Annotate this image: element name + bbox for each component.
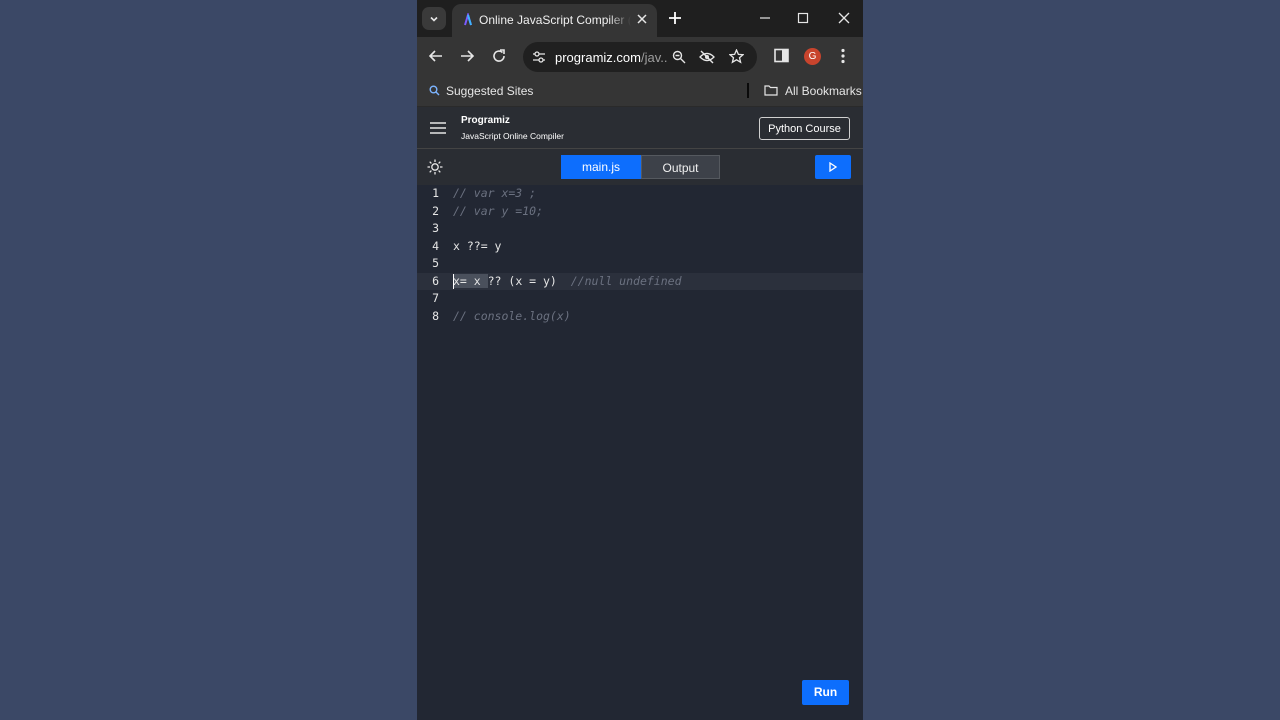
star-icon[interactable]: [729, 49, 744, 64]
kebab-menu-icon[interactable]: [840, 48, 846, 64]
play-icon: [829, 162, 837, 172]
bookmark-suggested-sites[interactable]: Suggested Sites: [446, 84, 533, 98]
forward-arrow-icon[interactable]: [459, 48, 475, 64]
code-line: 1 // var x=3 ;: [417, 185, 863, 203]
back-arrow-icon[interactable]: [428, 48, 444, 64]
code-line: 5: [417, 255, 863, 273]
code-editor[interactable]: 1 // var x=3 ; 2 // var y =10; 3 4 x ??=…: [417, 185, 863, 720]
code-comment: // var y =10;: [453, 203, 544, 218]
tab-main-js[interactable]: main.js: [561, 155, 641, 179]
selected-text: x= x: [453, 273, 488, 288]
url-text: programiz.com/jav...: [555, 50, 667, 65]
line-number: 7: [432, 291, 439, 305]
bookmarks-divider: [747, 83, 749, 98]
tab-strip: Online JavaScript Compiler (Editor): [417, 0, 863, 37]
address-bar[interactable]: programiz.com/jav...: [523, 42, 757, 72]
code-line: 7: [417, 290, 863, 308]
browser-tab[interactable]: Online JavaScript Compiler (Editor): [452, 4, 657, 37]
line-number: 8: [432, 308, 439, 323]
all-bookmarks-button[interactable]: All Bookmarks: [785, 84, 862, 98]
site-settings-icon[interactable]: [532, 50, 546, 64]
profile-avatar[interactable]: G: [804, 48, 821, 65]
tab-output[interactable]: Output: [641, 155, 720, 179]
hamburger-menu-icon[interactable]: [429, 121, 447, 135]
close-window-icon[interactable]: [838, 11, 850, 25]
python-course-button[interactable]: Python Course: [759, 117, 850, 140]
bookmarks-bar: Suggested Sites All Bookmarks: [417, 76, 863, 107]
code-comment: // console.log(x): [453, 308, 571, 323]
code-line: 3: [417, 220, 863, 238]
text-cursor: [453, 273, 454, 289]
programiz-logo[interactable]: Programiz: [461, 115, 510, 126]
code-line: 4 x ??= y: [417, 238, 863, 256]
side-panel-icon[interactable]: [774, 48, 789, 63]
run-icon-button[interactable]: [815, 155, 851, 179]
theme-toggle-sun-icon[interactable]: [427, 159, 443, 175]
minimize-icon[interactable]: [759, 11, 771, 25]
search-icon: [429, 85, 440, 96]
line-number: 5: [432, 256, 439, 270]
browser-toolbar: programiz.com/jav... G: [417, 37, 863, 76]
line-number: 3: [432, 221, 439, 235]
logo-subtitle: JavaScript Online Compiler: [461, 131, 564, 141]
compiler-toolbar: main.js Output: [417, 149, 863, 185]
programiz-favicon-icon: [464, 13, 472, 26]
code-line: 8 // console.log(x): [417, 308, 863, 326]
maximize-icon[interactable]: [797, 11, 809, 25]
chevron-down-icon: [430, 16, 438, 22]
line-number: 2: [432, 203, 439, 218]
site-header: Programiz JavaScript Online Compiler Pyt…: [417, 107, 863, 149]
code-text: x ??= y: [453, 238, 502, 253]
line-number: 1: [432, 186, 439, 200]
code-comment: // var x=3 ;: [453, 186, 537, 200]
tab-title: Online JavaScript Compiler (Editor): [479, 13, 631, 27]
close-tab-icon[interactable]: [636, 13, 648, 25]
zoom-icon[interactable]: [672, 50, 686, 64]
code-text: x= x ?? (x = y) //null undefined: [453, 273, 682, 291]
code-line: 2 // var y =10;: [417, 203, 863, 221]
reload-icon[interactable]: [491, 48, 507, 64]
new-tab-icon[interactable]: [668, 11, 682, 25]
eye-slash-icon[interactable]: [699, 50, 715, 64]
folder-icon: [764, 85, 778, 96]
code-expression: ?? (x = y): [487, 273, 571, 288]
line-number: 4: [432, 238, 439, 253]
line-number: 6: [432, 273, 439, 288]
code-comment: //null undefined: [570, 273, 682, 288]
browser-window: Online JavaScript Compiler (Editor) prog…: [417, 0, 863, 720]
tab-search-button[interactable]: [422, 7, 446, 30]
code-line-active: 6 x= x ?? (x = y) //null undefined: [417, 272, 863, 291]
url-host: programiz.com: [555, 50, 641, 65]
url-path: /jav...: [640, 50, 667, 65]
run-button[interactable]: Run: [802, 680, 849, 705]
